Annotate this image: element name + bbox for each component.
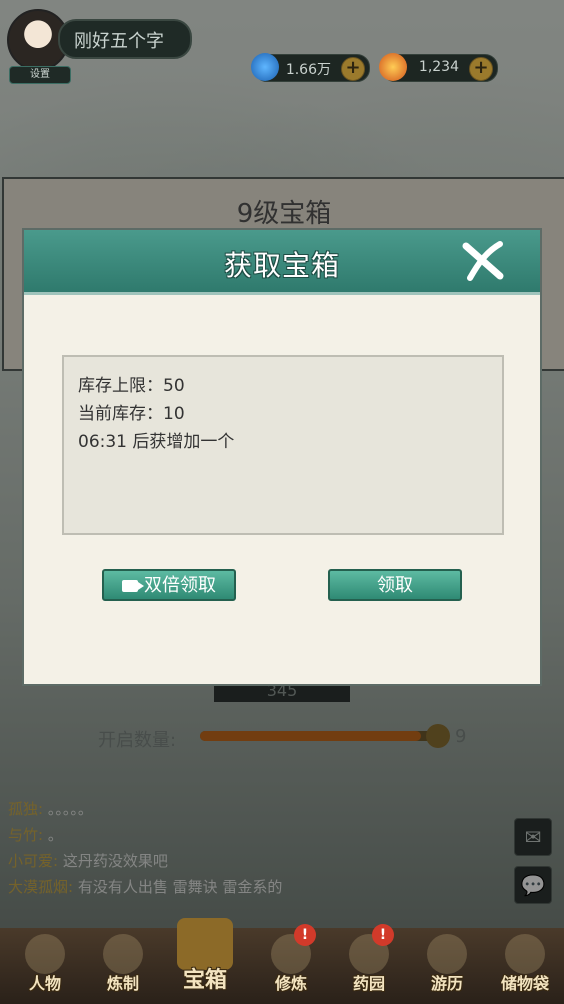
tab-storage-bag[interactable]: 储物袋 — [490, 928, 560, 1004]
tab-label: 宝箱 — [182, 968, 227, 993]
settings-button[interactable]: 设置 — [9, 66, 71, 84]
dialog-header: 获取宝箱 — [24, 230, 540, 295]
gem-resource: 1.66万 + — [251, 53, 370, 82]
tab-label: 人物 — [28, 974, 61, 993]
bag-icon — [505, 934, 545, 974]
tab-label: 游历 — [430, 974, 463, 993]
tab-travel[interactable]: 游历 — [412, 928, 482, 1004]
add-gem-button[interactable]: + — [341, 57, 365, 81]
tab-character[interactable]: 人物 — [10, 928, 80, 1004]
gold-resource: 1,234 + — [379, 53, 498, 82]
stock-limit-text: 库存上限：50 — [78, 376, 185, 396]
gold-value: 1,234 — [418, 59, 459, 75]
tab-label: 修炼 — [274, 974, 307, 993]
player-name-pill: 刚好五个字 — [58, 19, 192, 59]
next-chest-timer-text: 06:31 后获增加一个 — [78, 432, 235, 452]
claim-button[interactable]: 领取 — [328, 569, 462, 601]
tab-label: 药园 — [352, 974, 385, 993]
chest-info-box: 库存上限：50 当前库存：10 06:31 后获增加一个 — [62, 355, 504, 535]
blue-gem-icon — [251, 53, 279, 81]
player-name: 刚好五个字 — [74, 31, 164, 52]
tab-herb-garden[interactable]: ! 药园 — [334, 924, 404, 1004]
alert-badge: ! — [294, 924, 316, 946]
gold-coin-icon — [379, 53, 407, 81]
current-stock-text: 当前库存：10 — [78, 404, 185, 424]
close-icon[interactable] — [460, 238, 506, 284]
gourd-icon — [427, 934, 467, 974]
double-claim-label: 双倍领取 — [144, 575, 216, 596]
double-claim-button[interactable]: 双倍领取 — [102, 569, 236, 601]
gem-value: 1.66万 — [285, 62, 331, 78]
bottom-nav: 人物 炼制 宝箱 ! 修炼 ! 药园 游历 储物袋 — [0, 918, 564, 1004]
character-icon — [25, 934, 65, 974]
tab-label: 炼制 — [106, 974, 139, 993]
tab-chest[interactable]: 宝箱 — [170, 918, 240, 1004]
tab-label: 储物袋 — [500, 974, 549, 993]
top-bar: 刚好五个字 设置 1.66万 + 1,234 + — [0, 0, 564, 90]
get-chest-dialog: 获取宝箱 库存上限：50 当前库存：10 06:31 后获增加一个 双倍领取 领… — [22, 228, 542, 686]
video-camera-icon — [122, 580, 144, 592]
cauldron-icon — [103, 934, 143, 974]
tab-refine[interactable]: 炼制 — [88, 928, 158, 1004]
add-gold-button[interactable]: + — [469, 57, 493, 81]
claim-label: 领取 — [377, 575, 413, 596]
tab-cultivate[interactable]: ! 修炼 — [256, 924, 326, 1004]
alert-badge: ! — [372, 924, 394, 946]
